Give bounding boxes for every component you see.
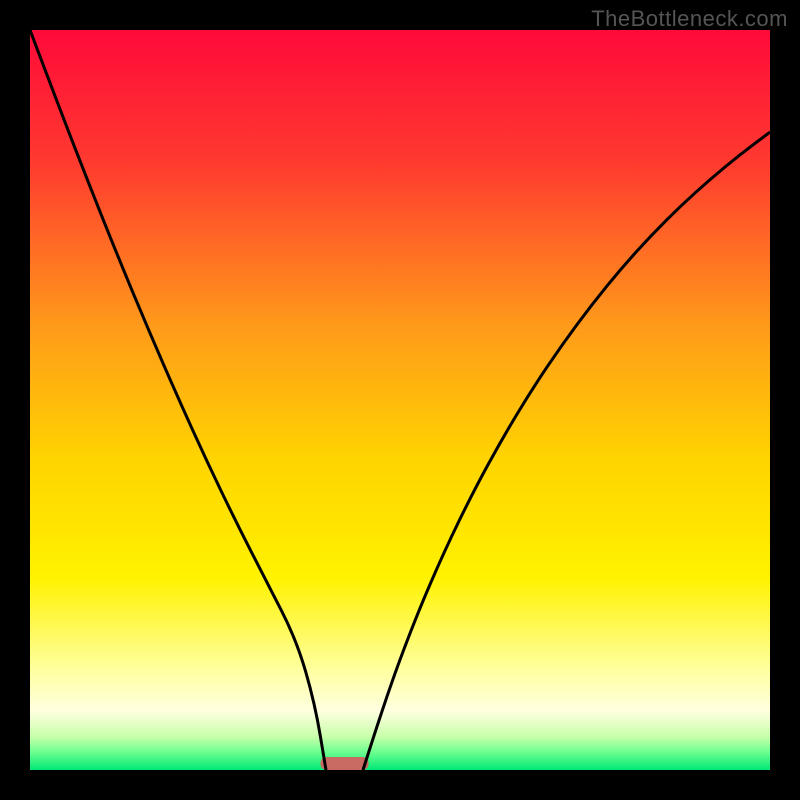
- bottleneck-chart: [30, 30, 770, 770]
- optimal-zone-marker: [320, 757, 368, 770]
- watermark-text: TheBottleneck.com: [591, 6, 788, 32]
- chart-frame: [30, 30, 770, 770]
